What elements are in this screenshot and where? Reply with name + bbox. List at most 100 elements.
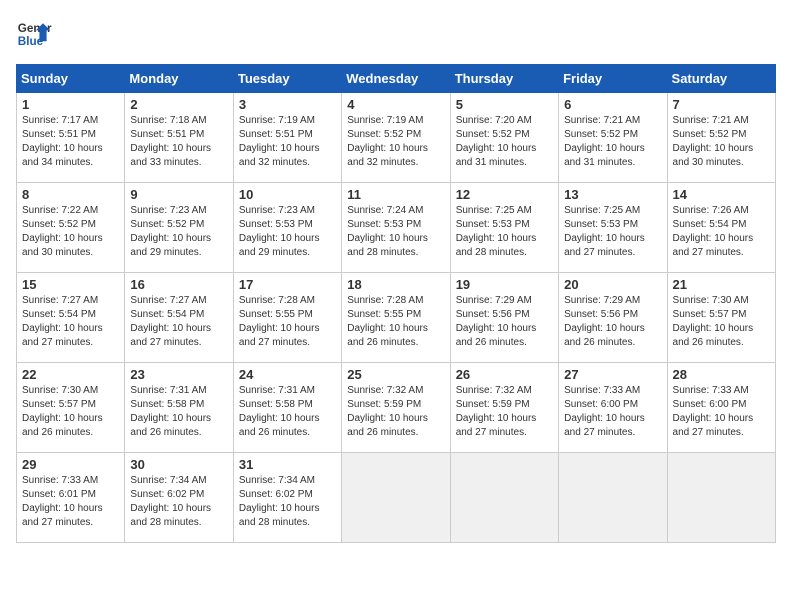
calendar-cell (667, 453, 775, 543)
day-number: 21 (673, 277, 770, 292)
calendar-cell: 23 Sunrise: 7:31 AMSunset: 5:58 PMDayligh… (125, 363, 233, 453)
calendar-cell: 29 Sunrise: 7:33 AMSunset: 6:01 PMDayligh… (17, 453, 125, 543)
day-info: Sunrise: 7:20 AMSunset: 5:52 PMDaylight:… (456, 114, 553, 170)
calendar-cell: 9 Sunrise: 7:23 AMSunset: 5:52 PMDaylight… (125, 183, 233, 273)
calendar-cell: 11 Sunrise: 7:24 AMSunset: 5:53 PMDayligh… (342, 183, 450, 273)
calendar-cell: 20 Sunrise: 7:29 AMSunset: 5:56 PMDayligh… (559, 273, 667, 363)
col-header-friday: Friday (559, 65, 667, 93)
day-info: Sunrise: 7:33 AMSunset: 6:00 PMDaylight:… (673, 384, 770, 440)
day-number: 22 (22, 367, 119, 382)
day-info: Sunrise: 7:25 AMSunset: 5:53 PMDaylight:… (564, 204, 661, 260)
day-info: Sunrise: 7:17 AMSunset: 5:51 PMDaylight:… (22, 114, 119, 170)
calendar-cell: 26Sunrise: 7:32 AMSunset: 5:59 PMDayligh… (450, 363, 558, 453)
logo-icon: General Blue (16, 16, 52, 52)
calendar-cell: 4Sunrise: 7:19 AMSunset: 5:52 PMDaylight… (342, 93, 450, 183)
day-number: 12 (456, 187, 553, 202)
day-info: Sunrise: 7:34 AMSunset: 6:02 PMDaylight:… (130, 474, 227, 530)
day-info: Sunrise: 7:29 AMSunset: 5:56 PMDaylight:… (456, 294, 553, 350)
day-number: 23 (130, 367, 227, 382)
day-info: Sunrise: 7:33 AMSunset: 6:01 PMDaylight:… (22, 474, 119, 530)
day-info: Sunrise: 7:21 AMSunset: 5:52 PMDaylight:… (673, 114, 770, 170)
day-number: 9 (130, 187, 227, 202)
day-info: Sunrise: 7:30 AMSunset: 5:57 PMDaylight:… (22, 384, 119, 440)
calendar-cell: 15 Sunrise: 7:27 AMSunset: 5:54 PMDayligh… (17, 273, 125, 363)
calendar-cell: 18Sunrise: 7:28 AMSunset: 5:55 PMDayligh… (342, 273, 450, 363)
day-info: Sunrise: 7:23 AMSunset: 5:53 PMDaylight:… (239, 204, 336, 260)
calendar-cell: 8 Sunrise: 7:22 AMSunset: 5:52 PMDaylight… (17, 183, 125, 273)
week-row-2: 8 Sunrise: 7:22 AMSunset: 5:52 PMDaylight… (17, 183, 776, 273)
calendar-cell: 24 Sunrise: 7:31 AMSunset: 5:58 PMDayligh… (233, 363, 341, 453)
week-row-5: 29 Sunrise: 7:33 AMSunset: 6:01 PMDayligh… (17, 453, 776, 543)
week-row-4: 22 Sunrise: 7:30 AMSunset: 5:57 PMDayligh… (17, 363, 776, 453)
day-number: 19 (456, 277, 553, 292)
day-info: Sunrise: 7:23 AMSunset: 5:52 PMDaylight:… (130, 204, 227, 260)
day-info: Sunrise: 7:22 AMSunset: 5:52 PMDaylight:… (22, 204, 119, 260)
day-number: 2 (130, 97, 227, 112)
day-number: 6 (564, 97, 661, 112)
header-row: SundayMondayTuesdayWednesdayThursdayFrid… (17, 65, 776, 93)
day-info: Sunrise: 7:27 AMSunset: 5:54 PMDaylight:… (22, 294, 119, 350)
calendar-cell (342, 453, 450, 543)
day-info: Sunrise: 7:25 AMSunset: 5:53 PMDaylight:… (456, 204, 553, 260)
day-info: Sunrise: 7:34 AMSunset: 6:02 PMDaylight:… (239, 474, 336, 530)
calendar-cell: 1 Sunrise: 7:17 AMSunset: 5:51 PMDaylight… (17, 93, 125, 183)
week-row-1: 1 Sunrise: 7:17 AMSunset: 5:51 PMDaylight… (17, 93, 776, 183)
day-info: Sunrise: 7:31 AMSunset: 5:58 PMDaylight:… (239, 384, 336, 440)
day-info: Sunrise: 7:21 AMSunset: 5:52 PMDaylight:… (564, 114, 661, 170)
day-number: 14 (673, 187, 770, 202)
calendar-cell: 19 Sunrise: 7:29 AMSunset: 5:56 PMDayligh… (450, 273, 558, 363)
day-number: 28 (673, 367, 770, 382)
day-number: 5 (456, 97, 553, 112)
logo: General Blue (16, 16, 52, 52)
day-info: Sunrise: 7:29 AMSunset: 5:56 PMDaylight:… (564, 294, 661, 350)
day-info: Sunrise: 7:24 AMSunset: 5:53 PMDaylight:… (347, 204, 444, 260)
calendar-cell: 10 Sunrise: 7:23 AMSunset: 5:53 PMDayligh… (233, 183, 341, 273)
calendar-cell: 28 Sunrise: 7:33 AMSunset: 6:00 PMDayligh… (667, 363, 775, 453)
day-number: 11 (347, 187, 444, 202)
day-info: Sunrise: 7:30 AMSunset: 5:57 PMDaylight:… (673, 294, 770, 350)
day-number: 1 (22, 97, 119, 112)
col-header-sunday: Sunday (17, 65, 125, 93)
week-row-3: 15 Sunrise: 7:27 AMSunset: 5:54 PMDayligh… (17, 273, 776, 363)
calendar-cell: 31 Sunrise: 7:34 AMSunset: 6:02 PMDayligh… (233, 453, 341, 543)
day-number: 8 (22, 187, 119, 202)
calendar-cell: 14 Sunrise: 7:26 AMSunset: 5:54 PMDayligh… (667, 183, 775, 273)
day-number: 4 (347, 97, 444, 112)
day-info: Sunrise: 7:28 AMSunset: 5:55 PMDaylight:… (239, 294, 336, 350)
col-header-monday: Monday (125, 65, 233, 93)
calendar-cell: 6 Sunrise: 7:21 AMSunset: 5:52 PMDaylight… (559, 93, 667, 183)
calendar-cell: 17 Sunrise: 7:28 AMSunset: 5:55 PMDayligh… (233, 273, 341, 363)
day-number: 20 (564, 277, 661, 292)
day-number: 7 (673, 97, 770, 112)
calendar-cell: 5 Sunrise: 7:20 AMSunset: 5:52 PMDaylight… (450, 93, 558, 183)
calendar-cell: 21 Sunrise: 7:30 AMSunset: 5:57 PMDayligh… (667, 273, 775, 363)
calendar-cell: 3Sunrise: 7:19 AMSunset: 5:51 PMDaylight… (233, 93, 341, 183)
calendar-cell (450, 453, 558, 543)
day-number: 13 (564, 187, 661, 202)
calendar-table: SundayMondayTuesdayWednesdayThursdayFrid… (16, 64, 776, 543)
day-info: Sunrise: 7:31 AMSunset: 5:58 PMDaylight:… (130, 384, 227, 440)
calendar-cell: 27Sunrise: 7:33 AMSunset: 6:00 PMDayligh… (559, 363, 667, 453)
col-header-saturday: Saturday (667, 65, 775, 93)
calendar-cell: 30Sunrise: 7:34 AMSunset: 6:02 PMDayligh… (125, 453, 233, 543)
day-info: Sunrise: 7:18 AMSunset: 5:51 PMDaylight:… (130, 114, 227, 170)
calendar-cell: 13 Sunrise: 7:25 AMSunset: 5:53 PMDayligh… (559, 183, 667, 273)
col-header-thursday: Thursday (450, 65, 558, 93)
day-info: Sunrise: 7:27 AMSunset: 5:54 PMDaylight:… (130, 294, 227, 350)
day-number: 31 (239, 457, 336, 472)
day-number: 26 (456, 367, 553, 382)
day-number: 10 (239, 187, 336, 202)
page-header: General Blue (16, 16, 776, 52)
calendar-cell: 25Sunrise: 7:32 AMSunset: 5:59 PMDayligh… (342, 363, 450, 453)
day-info: Sunrise: 7:26 AMSunset: 5:54 PMDaylight:… (673, 204, 770, 260)
day-number: 29 (22, 457, 119, 472)
calendar-cell: 16Sunrise: 7:27 AMSunset: 5:54 PMDayligh… (125, 273, 233, 363)
day-number: 17 (239, 277, 336, 292)
calendar-cell: 2 Sunrise: 7:18 AMSunset: 5:51 PMDaylight… (125, 93, 233, 183)
day-number: 15 (22, 277, 119, 292)
day-info: Sunrise: 7:33 AMSunset: 6:00 PMDaylight:… (564, 384, 661, 440)
col-header-wednesday: Wednesday (342, 65, 450, 93)
day-number: 24 (239, 367, 336, 382)
day-number: 3 (239, 97, 336, 112)
day-number: 18 (347, 277, 444, 292)
